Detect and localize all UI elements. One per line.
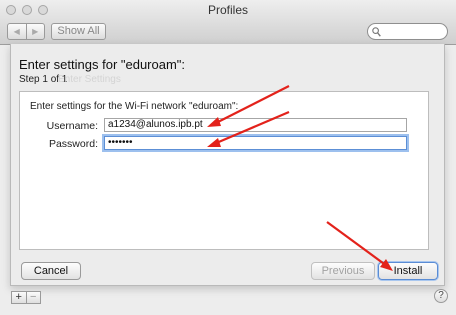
arrow-to-install-icon: [326, 221, 393, 271]
arrow-to-password-icon: [207, 110, 290, 147]
arrow-to-username-icon: [207, 85, 290, 127]
annotation-arrows: [207, 85, 393, 271]
